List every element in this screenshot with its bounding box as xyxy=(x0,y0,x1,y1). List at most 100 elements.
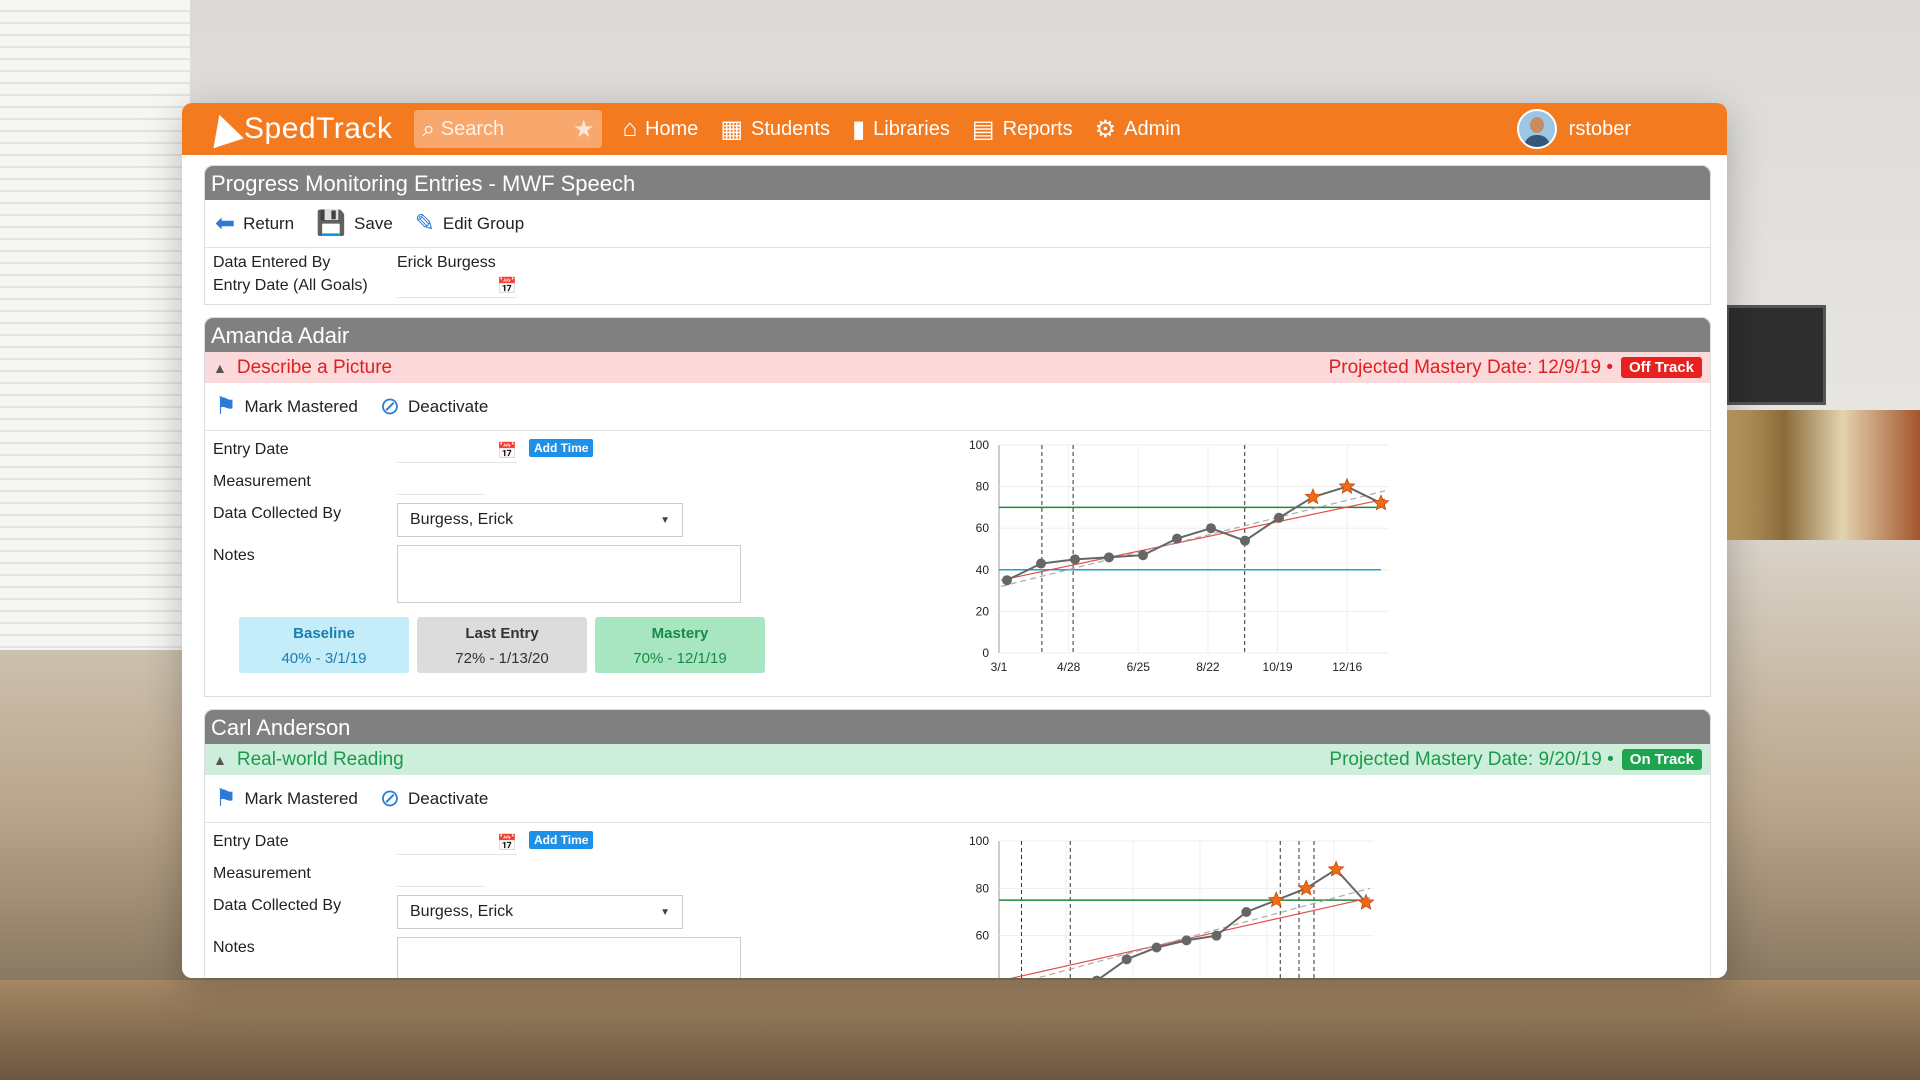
entry-date-input[interactable]: 📅 xyxy=(397,831,517,855)
edit-group-label: Edit Group xyxy=(442,213,525,233)
collapse-caret-icon[interactable]: ▲ xyxy=(213,752,227,768)
mark-mastered-label: Mark Mastered xyxy=(244,396,358,416)
goal-stats: Baseline 40% - 3/1/19 Last Entry 72% - 1… xyxy=(205,607,949,683)
mark-mastered-button[interactable]: ⚑ Mark Mastered xyxy=(215,784,358,813)
data-entered-by-value: Erick Burgess xyxy=(397,254,496,271)
collapse-caret-icon[interactable]: ▲ xyxy=(213,360,227,376)
aim-line xyxy=(1000,498,1386,581)
deactivate-label: Deactivate xyxy=(408,396,489,416)
nav-home[interactable]: ⌂ Home xyxy=(622,115,698,143)
goal-toolbar: ⚑ Mark Mastered ⊘ Deactivate xyxy=(205,383,1710,431)
measurement-row: Measurement xyxy=(205,859,949,891)
projected-mastery-date: Projected Mastery Date: 9/20/19 • xyxy=(1329,748,1614,770)
student-panel-amanda-adair: Amanda Adair ▲ Describe a Picture Projec… xyxy=(204,317,1711,697)
entry-date-all-input[interactable]: 📅 xyxy=(397,274,517,298)
calendar-icon[interactable]: 📅 xyxy=(497,441,517,461)
entry-date-all-label: Entry Date (All Goals) xyxy=(213,277,368,294)
user-menu[interactable]: rstober xyxy=(1516,109,1631,149)
collected-by-label: Data Collected By xyxy=(213,505,342,522)
app-window: SpedTrack ⌕ ★ ⌂ Home ▦ Students ▮ Librar… xyxy=(182,103,1727,978)
measurement-label: Measurement xyxy=(213,865,311,882)
background-bookshelf xyxy=(1726,410,1920,540)
add-time-button[interactable]: Add Time xyxy=(529,831,594,849)
x-tick-label: 3/1 xyxy=(991,660,1008,674)
entry-date-input[interactable]: 📅 xyxy=(397,439,517,463)
mark-mastered-button[interactable]: ⚑ Mark Mastered xyxy=(215,392,358,421)
measurement-input[interactable] xyxy=(397,863,485,887)
goal-header[interactable]: ▲ Describe a Picture Projected Mastery D… xyxy=(205,352,1710,383)
measurement-input[interactable] xyxy=(397,471,485,495)
goal-header[interactable]: ▲ Real-world Reading Projected Mastery D… xyxy=(205,744,1710,775)
projected-mastery-date: Projected Mastery Date: 12/9/19 • xyxy=(1328,356,1613,378)
x-tick-label: 6/25 xyxy=(1127,660,1151,674)
progress-entries-panel: Progress Monitoring Entries - MWF Speech… xyxy=(204,165,1711,305)
nav-reports-label: Reports xyxy=(1002,117,1073,140)
deactivate-button[interactable]: ⊘ Deactivate xyxy=(380,784,488,813)
y-tick-label: 60 xyxy=(976,929,990,943)
data-point xyxy=(1181,935,1192,946)
search-box: ⌕ ★ xyxy=(414,110,603,148)
save-button[interactable]: 💾 Save xyxy=(316,209,393,238)
search-input[interactable] xyxy=(440,117,573,141)
deactivate-label: Deactivate xyxy=(408,788,489,808)
favorites-star-icon[interactable]: ★ xyxy=(573,115,595,144)
data-point xyxy=(1002,575,1012,586)
prohibited-icon: ⊘ xyxy=(379,785,400,812)
collected-by-select[interactable]: Burgess, Erick ▼ xyxy=(397,503,683,537)
background-window-blinds xyxy=(0,0,190,650)
data-point xyxy=(1172,533,1182,544)
data-point xyxy=(1240,535,1250,546)
background-desk xyxy=(0,980,1920,1080)
entry-date-all-row: Entry Date (All Goals) 📅 xyxy=(205,274,1710,304)
app-logo[interactable]: SpedTrack xyxy=(204,109,392,149)
last-entry-card: Last Entry 72% - 1/13/20 xyxy=(417,617,587,673)
entry-date-label: Entry Date xyxy=(213,833,289,850)
mastery-value: 70% - 12/1/19 xyxy=(633,650,727,667)
nav-libraries[interactable]: ▮ Libraries xyxy=(852,115,950,144)
mastered-star-point xyxy=(1267,891,1285,908)
student-name: Carl Anderson xyxy=(205,710,1710,744)
goal-title[interactable]: Real-world Reading xyxy=(237,749,404,771)
data-point xyxy=(1104,552,1114,563)
data-series-line xyxy=(1006,485,1382,582)
data-point xyxy=(1211,930,1222,941)
data-series-line xyxy=(1098,868,1367,978)
notes-textarea[interactable] xyxy=(397,937,741,978)
nav-students[interactable]: ▦ Students xyxy=(720,115,830,144)
save-label: Save xyxy=(354,213,393,233)
calendar-icon[interactable]: 📅 xyxy=(497,833,517,853)
page-title: Progress Monitoring Entries - MWF Speech xyxy=(205,166,1710,200)
add-time-button[interactable]: Add Time xyxy=(529,439,594,457)
student-panel-carl-anderson: Carl Anderson ▲ Real-world Reading Proje… xyxy=(204,709,1711,978)
progress-chart-amanda: 0 20 40 60 80 100 3/1 4/28 6/25 8/22 10/19 12/16 xyxy=(969,438,1390,674)
student-name: Amanda Adair xyxy=(205,318,1710,352)
baseline-value: 40% - 3/1/19 xyxy=(281,650,367,667)
pencil-icon: ✎ xyxy=(414,210,435,237)
collected-by-row: Data Collected By Burgess, Erick ▼ xyxy=(205,499,949,541)
last-entry-value: 72% - 1/13/20 xyxy=(455,650,549,667)
collected-by-value: Burgess, Erick xyxy=(410,511,514,528)
calendar-icon[interactable]: 📅 xyxy=(497,276,517,296)
data-point xyxy=(1092,975,1101,978)
logo-mark-icon xyxy=(204,109,244,149)
notes-row: Notes xyxy=(205,933,949,978)
checkered-flag-icon: ⚑ xyxy=(215,785,237,812)
deactivate-button[interactable]: ⊘ Deactivate xyxy=(380,392,488,421)
avatar xyxy=(1516,109,1557,149)
nav-reports[interactable]: ▤ Reports xyxy=(972,115,1073,144)
background-chalkboard xyxy=(1726,305,1826,405)
edit-group-button[interactable]: ✎ Edit Group xyxy=(415,209,524,238)
notes-textarea[interactable] xyxy=(397,545,741,603)
return-button[interactable]: ⬅ Return xyxy=(215,209,294,238)
collected-by-value: Burgess, Erick xyxy=(410,903,514,920)
nav-admin[interactable]: ⚙ Admin xyxy=(1095,115,1181,144)
collected-by-select[interactable]: Burgess, Erick ▼ xyxy=(397,895,683,929)
y-tick-label: 0 xyxy=(982,646,989,660)
trend-line xyxy=(1034,887,1371,978)
y-tick-label: 80 xyxy=(976,480,990,494)
x-tick-label: 8/22 xyxy=(1196,660,1220,674)
return-label: Return xyxy=(243,213,295,233)
data-point xyxy=(1151,942,1162,953)
x-tick-label: 4/28 xyxy=(1057,660,1081,674)
goal-title[interactable]: Describe a Picture xyxy=(237,357,392,379)
